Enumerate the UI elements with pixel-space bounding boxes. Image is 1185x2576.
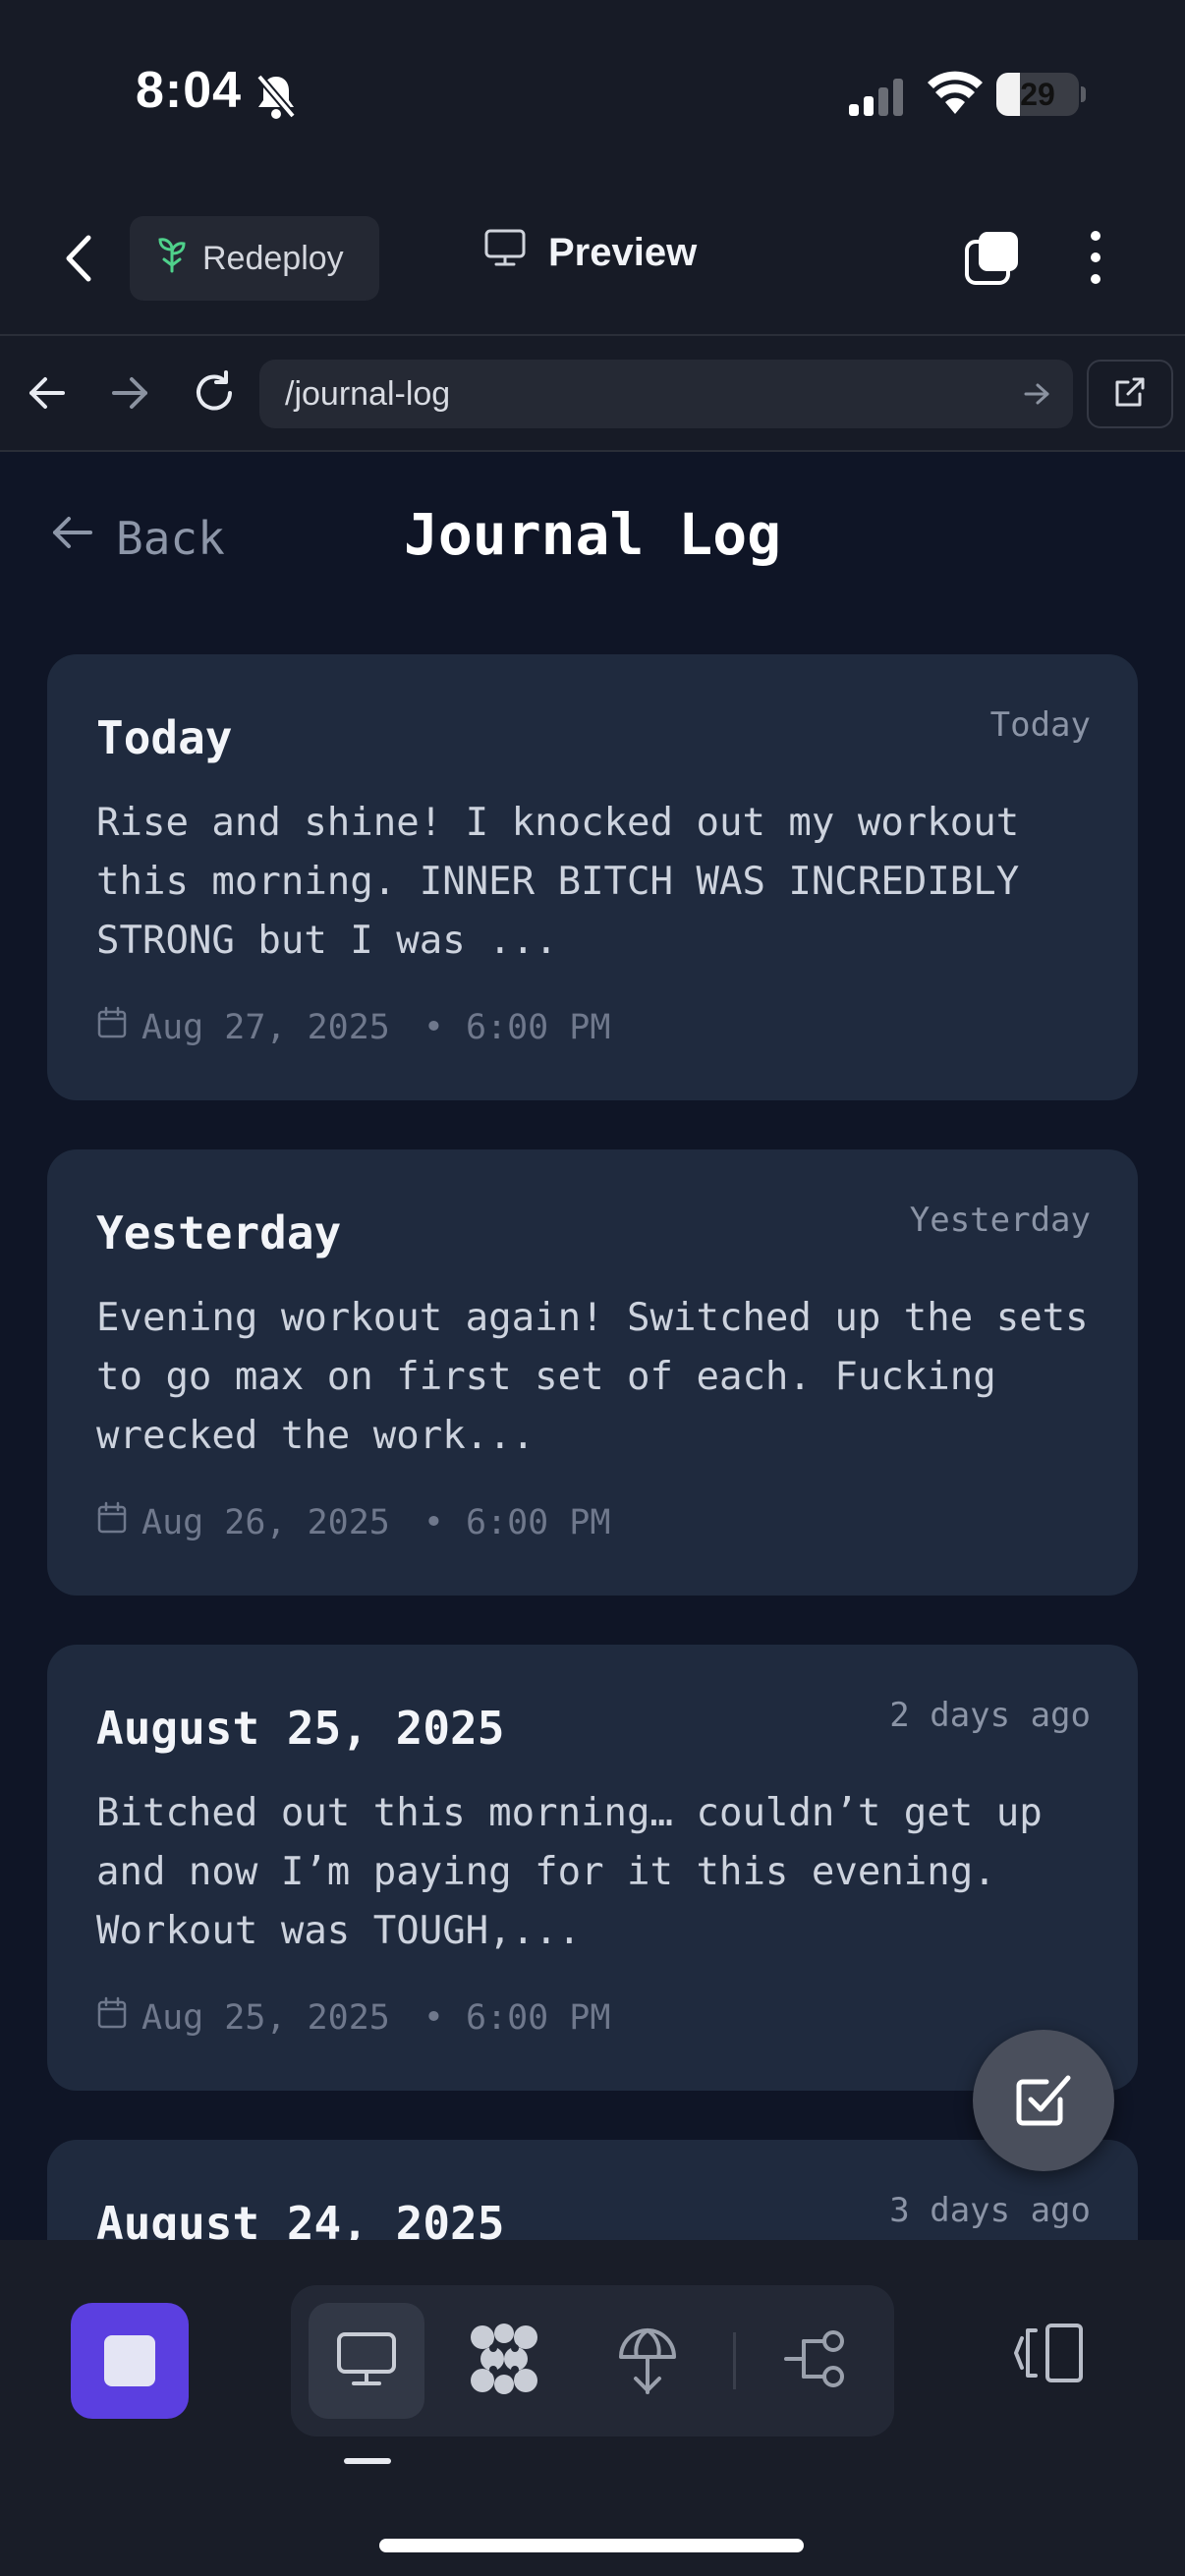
calendar-icon	[96, 1996, 128, 2039]
entry-title: Yesterday	[96, 1206, 342, 1260]
panel-toggle-icon[interactable]	[1012, 2321, 1087, 2390]
journal-log-page: Back Journal Log Today Today Rise and sh…	[0, 452, 1185, 2240]
calendar-icon	[96, 1006, 128, 1048]
sprout-icon	[155, 236, 189, 282]
active-mode-indicator	[344, 2458, 391, 2464]
stop-button[interactable]	[71, 2303, 189, 2419]
external-link-icon	[1112, 374, 1148, 415]
bell-muted-icon	[254, 73, 299, 125]
entry-time: 6:00 PM	[465, 1997, 611, 2038]
mode-separator	[733, 2332, 736, 2389]
entry-meta: Aug 25, 2025 • 6:00 PM	[96, 1996, 610, 2039]
url-input[interactable]: /journal-log	[259, 360, 1073, 428]
battery-indicator: 29	[996, 73, 1079, 116]
more-vertical-icon[interactable]	[1081, 228, 1110, 292]
monitor-icon	[334, 2329, 399, 2393]
url-text: /journal-log	[285, 374, 451, 413]
entry-time: 6:00 PM	[465, 1007, 611, 1047]
entry-date: Aug 27, 2025	[141, 1007, 390, 1047]
cell-signal-icon	[847, 77, 906, 121]
entry-excerpt: Evening workout again! Switched up the s…	[96, 1296, 1089, 1458]
journal-entry-card[interactable]: August 25, 2025 2 days ago Bitched out t…	[47, 1645, 1138, 2091]
journal-entry-card[interactable]: Yesterday Yesterday Evening workout agai…	[47, 1149, 1138, 1596]
battery-level: 29	[1020, 77, 1055, 112]
entry-relative-date: 2 days ago	[889, 1696, 1091, 1735]
journal-entry-card[interactable]: Today Today Rise and shine! I knocked ou…	[47, 654, 1138, 1100]
monitor-mode-button[interactable]	[309, 2303, 424, 2419]
stop-icon	[104, 2335, 155, 2386]
entry-date: Aug 25, 2025	[141, 1997, 390, 2038]
tabs-icon[interactable]	[963, 228, 1022, 292]
meta-separator: •	[423, 1997, 444, 2038]
deploy-mode-button[interactable]	[590, 2303, 705, 2419]
entry-title: August 24, 2025	[96, 2197, 505, 2240]
home-indicator[interactable]	[379, 2539, 804, 2552]
checkbox-edit-icon	[1011, 2066, 1076, 2136]
entry-excerpt: Bitched out this morning… couldn’t get u…	[96, 1791, 1043, 1953]
entry-relative-date: Today	[989, 705, 1091, 745]
open-external-button[interactable]	[1087, 360, 1173, 428]
deploy-icon	[615, 2322, 680, 2401]
cluster-mode-button[interactable]	[446, 2303, 562, 2419]
cluster-icon	[467, 2322, 541, 2401]
arrow-left-icon[interactable]	[26, 371, 69, 420]
entry-relative-date: 3 days ago	[889, 2191, 1091, 2230]
chevron-left-icon[interactable]	[61, 232, 96, 290]
battery-nub	[1081, 86, 1086, 102]
preview-button[interactable]: Preview	[483, 228, 697, 277]
entry-title: Today	[96, 711, 233, 764]
page-title: Journal Log	[403, 501, 782, 568]
reload-icon[interactable]	[191, 369, 238, 421]
preview-label: Preview	[548, 230, 698, 274]
journal-entry-card[interactable]: August 24, 2025 3 days ago	[47, 2140, 1138, 2240]
mode-switcher	[291, 2285, 894, 2436]
meta-separator: •	[423, 1007, 444, 1047]
status-time: 8:04	[136, 62, 243, 119]
new-entry-fab[interactable]	[973, 2030, 1114, 2171]
wifi-icon	[928, 71, 983, 121]
entry-time: 6:00 PM	[465, 1502, 611, 1542]
meta-separator: •	[423, 1502, 444, 1542]
workflow-icon	[782, 2327, 851, 2395]
calendar-icon	[96, 1501, 128, 1543]
workflow-mode-button[interactable]	[759, 2303, 875, 2419]
entry-relative-date: Yesterday	[909, 1201, 1091, 1240]
entry-excerpt: Rise and shine! I knocked out my workout…	[96, 801, 1020, 963]
arrow-right-icon[interactable]	[108, 371, 151, 420]
entry-meta: Aug 26, 2025 • 6:00 PM	[96, 1501, 610, 1543]
go-arrow-icon[interactable]	[1022, 379, 1051, 418]
entry-title: August 25, 2025	[96, 1702, 505, 1755]
entry-meta: Aug 27, 2025 • 6:00 PM	[96, 1006, 610, 1048]
redeploy-label: Redeploy	[202, 239, 344, 277]
entry-date: Aug 26, 2025	[141, 1502, 390, 1542]
redeploy-button[interactable]: Redeploy	[130, 216, 379, 301]
monitor-icon	[483, 228, 527, 277]
